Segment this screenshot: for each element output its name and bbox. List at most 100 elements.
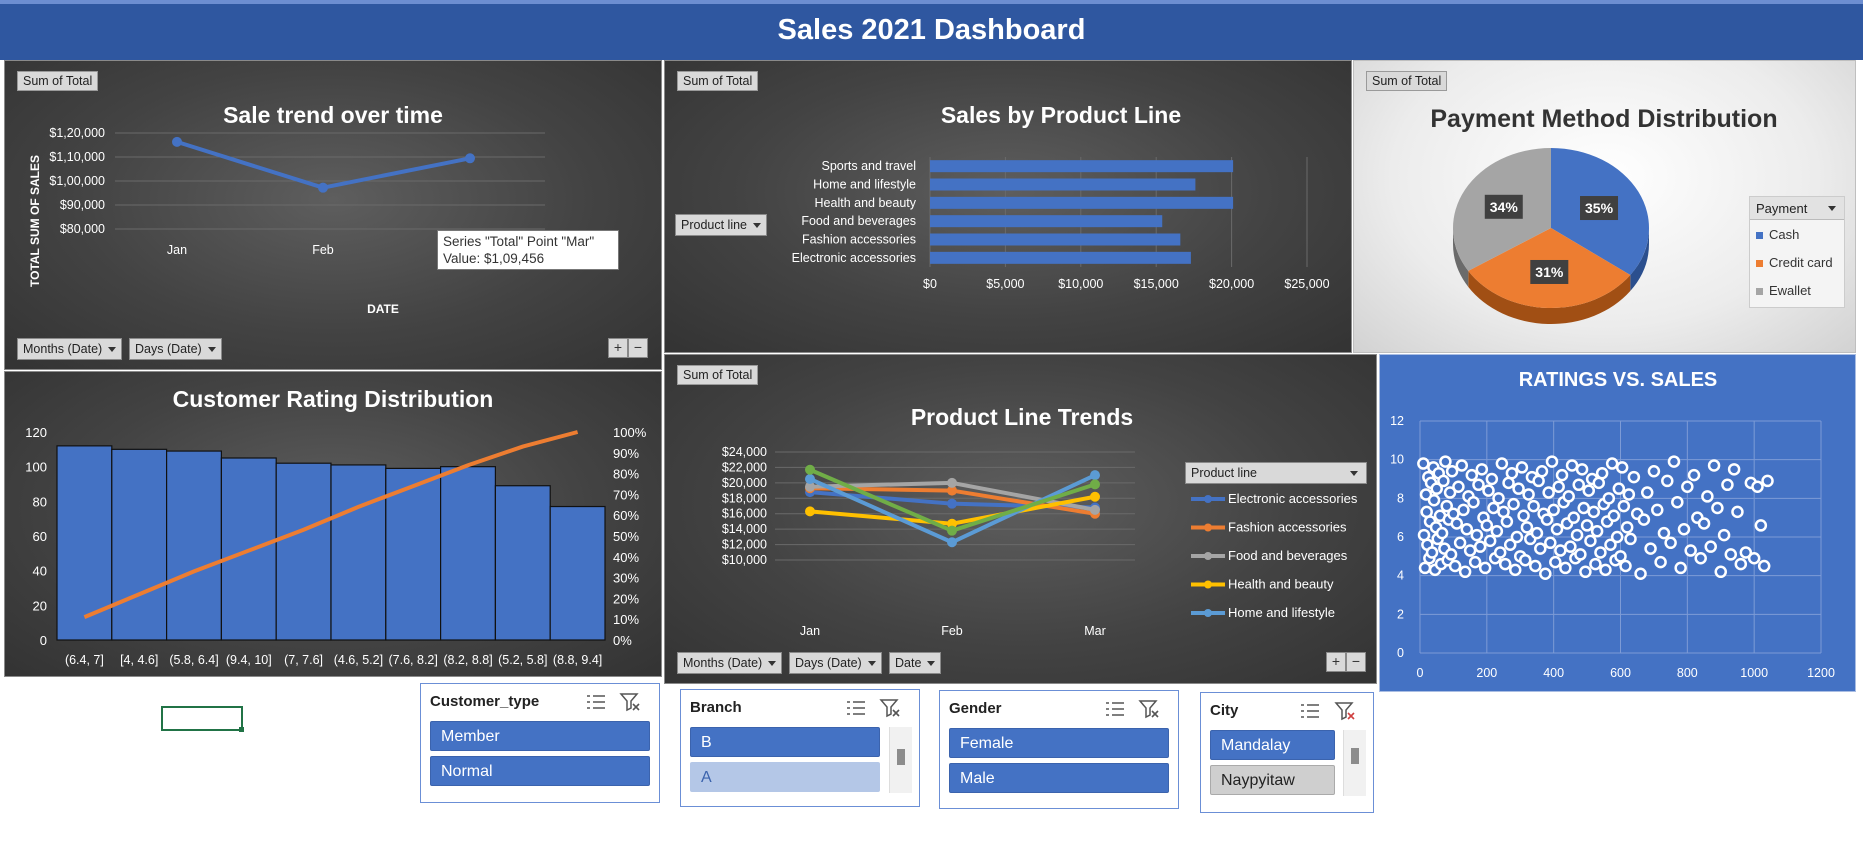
filter-label: Product line bbox=[681, 218, 748, 232]
scatter-point bbox=[1577, 501, 1590, 515]
x-tick-label: Mar bbox=[1084, 624, 1106, 638]
legend-marker bbox=[1204, 580, 1212, 589]
scatter-point bbox=[1711, 501, 1724, 515]
slicer-item-male[interactable]: Male bbox=[949, 763, 1169, 793]
scatter-point bbox=[1595, 466, 1609, 480]
scatter-point bbox=[1545, 455, 1559, 468]
y-tick-label: $18,000 bbox=[722, 491, 767, 505]
scatter-point bbox=[1562, 490, 1575, 503]
collapse-button[interactable]: − bbox=[1346, 652, 1366, 672]
slicer-item-member[interactable]: Member bbox=[430, 721, 650, 751]
y-tick-label: $24,000 bbox=[722, 445, 767, 459]
x-tick-label: $5,000 bbox=[986, 277, 1024, 291]
months-date-filter[interactable]: Months (Date) bbox=[17, 338, 123, 360]
clear-filter-icon[interactable] bbox=[1334, 701, 1356, 721]
x-tick-label: $10,000 bbox=[1058, 277, 1103, 291]
scatter-point bbox=[1457, 503, 1470, 517]
x-tick-label: (8.8, 9.4] bbox=[553, 653, 602, 667]
slicer-item-naypyitaw[interactable]: Naypyitaw bbox=[1210, 765, 1335, 795]
legend-item[interactable]: Ewallet bbox=[1756, 283, 1811, 298]
payment-legend[interactable]: Payment Cash Credit card Ewallet bbox=[1749, 196, 1845, 308]
y-tick-label: $1,00,000 bbox=[49, 174, 105, 188]
product-line-legend-filter[interactable]: Product line bbox=[1185, 462, 1367, 484]
dashboard-title: Sales 2021 Dashboard bbox=[777, 14, 1086, 46]
slicer-customer-type[interactable]: Customer_type Member Normal bbox=[420, 683, 660, 803]
sale-trend-panel[interactable]: Sum of Total Sale trend over time TOTAL … bbox=[4, 60, 662, 370]
scatter-point bbox=[1717, 528, 1731, 542]
multi-select-icon[interactable] bbox=[1299, 701, 1321, 721]
clear-filter-icon[interactable] bbox=[619, 692, 641, 712]
slicer-item-b[interactable]: B bbox=[690, 727, 880, 757]
scatter-point bbox=[1473, 540, 1487, 553]
legend-header[interactable]: Payment bbox=[1750, 197, 1844, 220]
slicer-scrollbar[interactable] bbox=[889, 727, 912, 793]
slicer-city[interactable]: City Mandalay Naypyitaw bbox=[1200, 692, 1374, 813]
scatter-point bbox=[1594, 546, 1607, 559]
multi-select-icon[interactable] bbox=[1104, 699, 1126, 719]
y2-tick-label: 10% bbox=[613, 612, 639, 627]
chart-title: Product Line Trends bbox=[911, 404, 1133, 430]
scatter-point bbox=[1450, 517, 1464, 530]
months-date-filter[interactable]: Months (Date) bbox=[677, 652, 783, 674]
x-tick-label: $0 bbox=[923, 277, 937, 291]
product-trends-panel[interactable]: Sum of Total Product Line Trends $10,000… bbox=[664, 354, 1377, 684]
rating-distribution-panel[interactable]: Customer Rating Distribution 0 20 40 60 80 10… bbox=[4, 371, 662, 677]
legend-label: Credit card bbox=[1769, 255, 1833, 270]
scatter-point bbox=[1584, 534, 1597, 548]
bar bbox=[930, 251, 1191, 264]
data-point bbox=[805, 464, 815, 475]
histogram-bar bbox=[111, 448, 168, 641]
scatter-point bbox=[1505, 466, 1519, 480]
scrollbar-thumb[interactable] bbox=[897, 749, 905, 765]
slicer-item-a[interactable]: A bbox=[690, 762, 880, 792]
expand-button[interactable]: + bbox=[608, 338, 628, 358]
slicer-branch[interactable]: Branch B A bbox=[680, 689, 920, 807]
y-tick-label: 10 bbox=[1390, 453, 1404, 467]
product-line-filter[interactable]: Product line bbox=[675, 214, 768, 236]
slicer-gender[interactable]: Gender Female Male bbox=[939, 690, 1179, 809]
y-tick-label: 20 bbox=[33, 598, 47, 613]
multi-select-icon[interactable] bbox=[845, 698, 867, 718]
collapse-button[interactable]: − bbox=[628, 338, 648, 358]
scatter-point bbox=[1452, 480, 1465, 493]
sale-trend-chart[interactable]: Sale trend over time TOTAL SUM OF SALES … bbox=[5, 61, 662, 370]
scatter-point bbox=[1417, 457, 1430, 470]
clear-filter-icon[interactable] bbox=[1138, 699, 1160, 719]
x-tick-label: Jan bbox=[167, 243, 187, 257]
product-trends-chart[interactable]: Product Line Trends $10,000$12,000 $14,00… bbox=[665, 355, 1377, 684]
expand-button[interactable]: + bbox=[1326, 652, 1346, 672]
clear-filter-icon[interactable] bbox=[879, 698, 901, 718]
legend-item[interactable]: Cash bbox=[1756, 227, 1799, 242]
scatter-point bbox=[1564, 540, 1577, 553]
scatter-point bbox=[1754, 519, 1768, 532]
y-tick-label: 120 bbox=[25, 425, 47, 440]
scatter-point bbox=[1427, 494, 1441, 507]
scatter-point bbox=[1734, 557, 1748, 571]
date-filter[interactable]: Date bbox=[889, 652, 942, 674]
days-date-filter[interactable]: Days (Date) bbox=[789, 652, 882, 674]
scatter-point bbox=[1520, 521, 1534, 534]
product-line-panel[interactable]: Sum of Total Sales by Product Line $0 $5,… bbox=[664, 60, 1352, 353]
slicer-scrollbar[interactable] bbox=[1343, 730, 1366, 796]
selected-cell[interactable] bbox=[161, 706, 243, 731]
payment-panel[interactable]: Sum of Total Payment Method Distribution… bbox=[1353, 60, 1856, 353]
scatter-point bbox=[1724, 548, 1738, 561]
ratings-sales-chart[interactable]: RATINGS VS. SALES 0 2 4 6 8 10 12 0 200 400 600 800… bbox=[1380, 355, 1856, 692]
legend-label: Electronic accessories bbox=[1228, 491, 1358, 506]
slicer-item-mandalay[interactable]: Mandalay bbox=[1210, 730, 1335, 760]
legend-item[interactable]: Credit card bbox=[1756, 255, 1833, 270]
scatter-point bbox=[1453, 536, 1467, 550]
ratings-sales-panel[interactable]: RATINGS VS. SALES 0 2 4 6 8 10 12 0 200 400 600 800… bbox=[1379, 354, 1856, 692]
multi-select-icon[interactable] bbox=[585, 692, 607, 712]
category-label: Health and beauty bbox=[815, 196, 917, 210]
slicer-item-normal[interactable]: Normal bbox=[430, 756, 650, 786]
product-line-chart[interactable]: Sales by Product Line $0 $5,000 $10,000 $15… bbox=[665, 61, 1352, 353]
days-date-filter[interactable]: Days (Date) bbox=[129, 338, 222, 360]
fill-handle[interactable] bbox=[239, 727, 244, 732]
x-tick-label: $15,000 bbox=[1134, 277, 1179, 291]
scrollbar-thumb[interactable] bbox=[1351, 748, 1359, 764]
scatter-point bbox=[1540, 513, 1554, 526]
rating-distribution-chart[interactable]: Customer Rating Distribution 0 20 40 60 80 10… bbox=[5, 372, 662, 677]
slicer-item-female[interactable]: Female bbox=[949, 728, 1169, 758]
scatter-point bbox=[1455, 459, 1469, 472]
